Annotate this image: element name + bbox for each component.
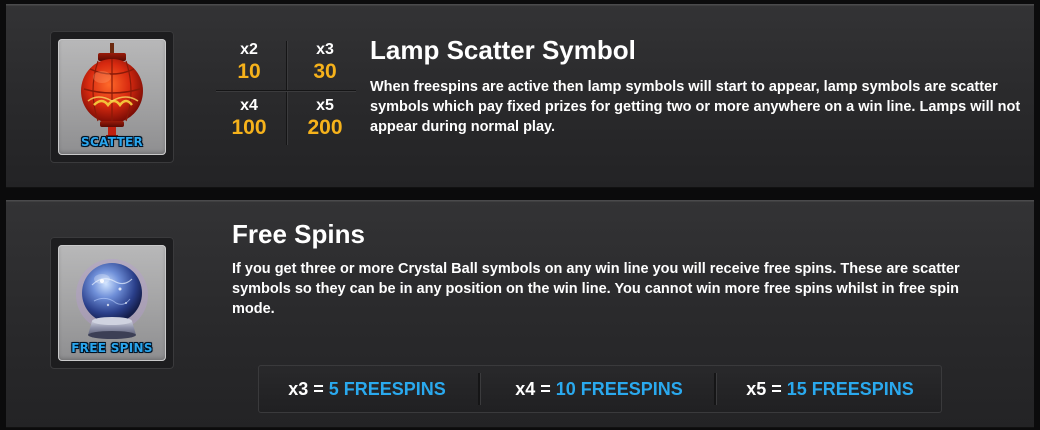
lamp-section-description: When freespins are active then lamp symb… xyxy=(370,79,1021,135)
paytable-cell: x4 100 xyxy=(214,97,284,141)
award-equals: = xyxy=(313,379,329,399)
scatter-caption: SCATTER xyxy=(81,135,143,149)
free-spins-award: x5 = 15 FREESPINS xyxy=(718,365,942,413)
paytable-divider xyxy=(216,90,356,91)
free-spins-award: x3 = 5 FREESPINS xyxy=(258,365,476,413)
free-spins-symbol-tile: FREE SPINS xyxy=(58,245,166,361)
scatter-symbol-frame: SCATTER xyxy=(50,31,174,163)
paytable-value: 100 xyxy=(231,116,267,139)
paytable-multiplier: x3 xyxy=(316,41,334,58)
scatter-paytable: x2 10 x3 30 x4 100 x5 200 xyxy=(214,39,360,149)
lamp-scatter-panel: SCATTER x2 10 x3 30 x4 100 x5 200 Lamp S… xyxy=(6,4,1034,188)
paytable-value: 200 xyxy=(307,116,343,139)
paytable-cell: x3 30 xyxy=(290,41,360,85)
scatter-symbol-tile: SCATTER xyxy=(58,39,166,155)
paytable-cell: x2 10 xyxy=(214,41,284,85)
award-value: 5 FREESPINS xyxy=(328,379,446,399)
award-value: 15 FREESPINS xyxy=(786,379,914,399)
award-equals: = xyxy=(771,379,787,399)
free-spins-panel: FREE SPINS Free Spins If you get three o… xyxy=(6,200,1034,428)
paytable-multiplier: x5 xyxy=(316,97,334,114)
paytable-cell: x5 200 xyxy=(290,97,360,141)
award-multiplier: x4 xyxy=(515,379,536,399)
paytable-value: 30 xyxy=(313,60,337,83)
award-divider xyxy=(714,373,716,405)
award-multiplier: x3 xyxy=(288,379,309,399)
free-spins-caption: FREE SPINS xyxy=(71,341,153,355)
award-divider xyxy=(478,373,480,405)
free-spins-award: x4 = 10 FREESPINS xyxy=(484,365,714,413)
free-spins-awards-bar: x3 = 5 FREESPINS x4 = 10 FREESPINS x5 = … xyxy=(258,365,942,413)
paytable-value: 10 xyxy=(237,60,261,83)
free-spins-title: Free Spins xyxy=(232,219,365,249)
paytable-multiplier: x4 xyxy=(240,97,258,114)
lamp-section-title: Lamp Scatter Symbol xyxy=(370,35,636,65)
free-spins-symbol-frame: FREE SPINS xyxy=(50,237,174,369)
award-equals: = xyxy=(540,379,556,399)
free-spins-description: If you get three or more Crystal Ball sy… xyxy=(232,261,960,317)
paytable-multiplier: x2 xyxy=(240,41,258,58)
award-multiplier: x5 xyxy=(746,379,767,399)
paytable-divider xyxy=(286,41,287,145)
award-value: 10 FREESPINS xyxy=(555,379,683,399)
